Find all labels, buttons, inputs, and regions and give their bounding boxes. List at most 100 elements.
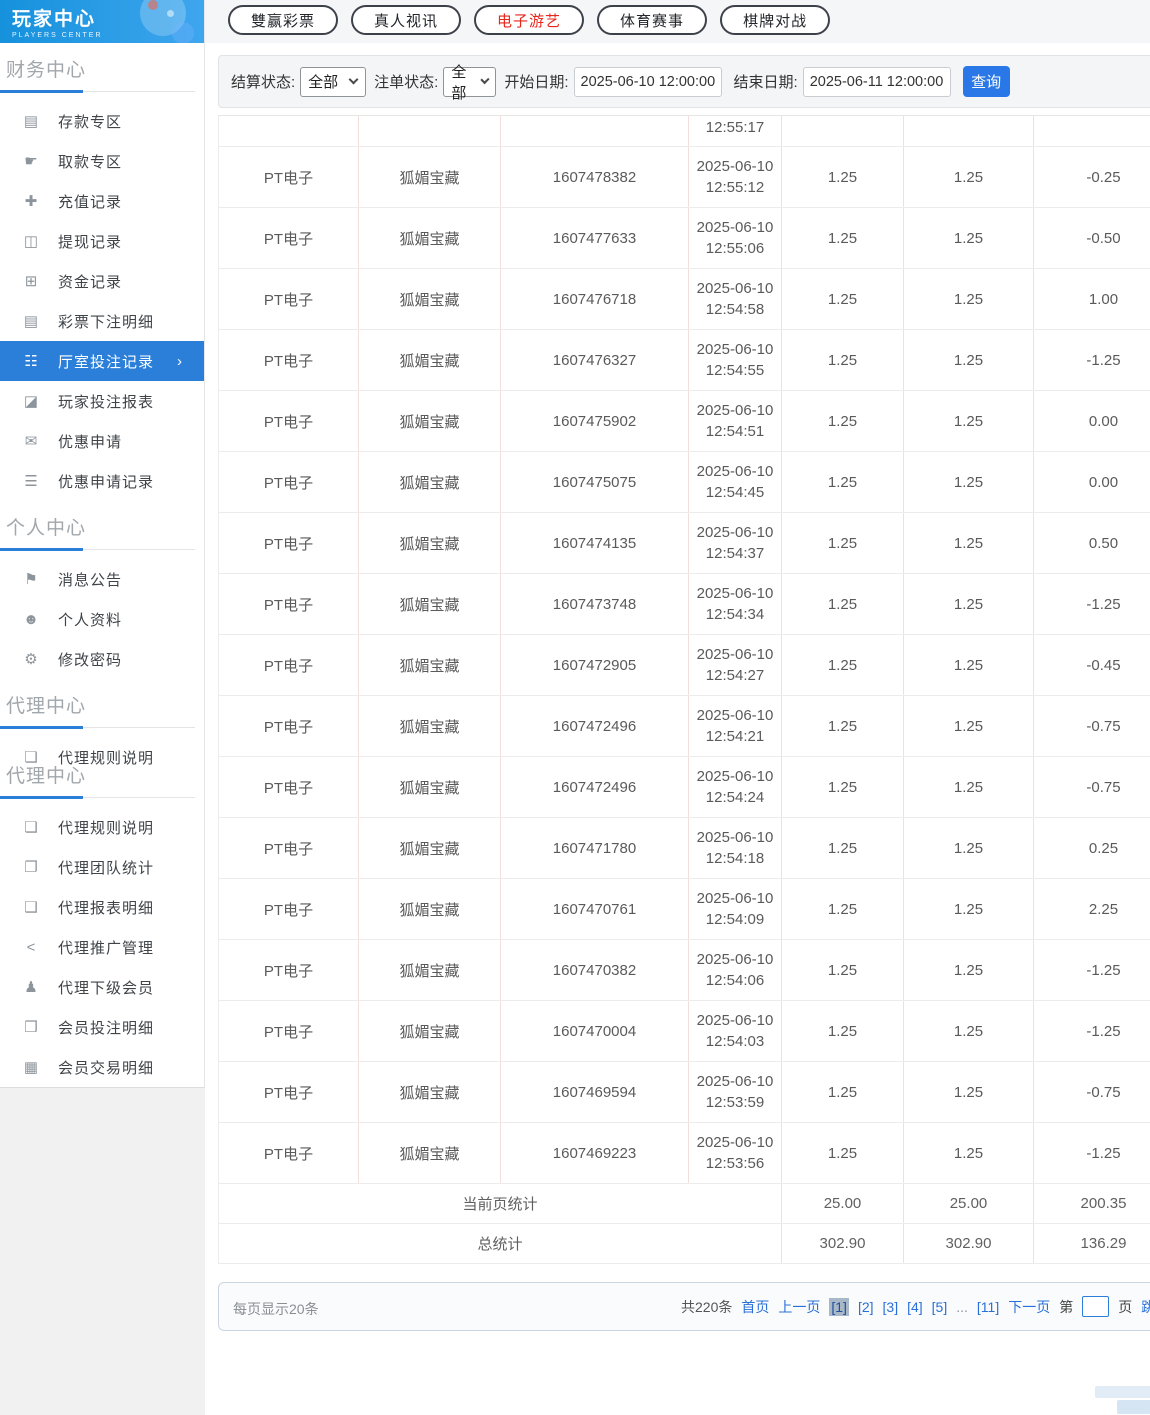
sidebar-item-label: 个人资料: [58, 609, 122, 630]
cell-order-id: 1607472496: [501, 757, 689, 818]
nav-tab-button[interactable]: 真人视讯: [351, 5, 461, 35]
cell-order-id: 1607470004: [501, 1001, 689, 1062]
cell-win-loss: -0.25: [1034, 147, 1150, 208]
cell-game-name: 狐媚宝藏: [359, 940, 501, 1001]
table-row: PT电子狐媚宝藏16074737482025-06-1012:54:341.25…: [219, 574, 1150, 635]
nav-tab-button[interactable]: 棋牌对战: [720, 5, 830, 35]
cell-game-name: 狐媚宝藏: [359, 147, 501, 208]
cell-datetime: 2025-06-1012:54:18: [689, 818, 782, 879]
nav-tab-button[interactable]: 体育赛事: [597, 5, 707, 35]
cell-bet-amount: 1.25: [782, 757, 904, 818]
page-link-5[interactable]: [5]: [932, 1299, 948, 1315]
sidebar-section-title: 代理中心: [0, 749, 204, 797]
cell-date: 2025-06-10: [689, 461, 781, 482]
sidebar-item-promo-record[interactable]: ☰优惠申请记录: [0, 461, 204, 501]
cell-bet-amount: 1.25: [782, 269, 904, 330]
cell-date: 2025-06-10: [689, 644, 781, 665]
cell-datetime: 2025-06-1012:54:09: [689, 879, 782, 940]
sidebar-item-hall-bet-list[interactable]: ☷厅室投注记录›: [0, 341, 204, 381]
sidebar-item-funds-wallet[interactable]: ⊞资金记录: [0, 261, 204, 301]
sidebar-item-members[interactable]: ♟代理下级会员: [0, 967, 204, 1007]
summary-value: 302.90: [904, 1224, 1034, 1264]
nav-tab-button[interactable]: 电子游艺: [474, 5, 584, 35]
cell-game-type: PT电子: [219, 330, 359, 391]
sidebar-item-person[interactable]: ☻个人资料: [0, 599, 204, 639]
cell-valid-bet: 1.25: [904, 452, 1034, 513]
first-page-link[interactable]: 首页: [741, 1297, 769, 1317]
cell-date: 2025-06-10: [689, 888, 781, 909]
sidebar-item-member-bets[interactable]: ❒会员投注明细: [0, 1007, 204, 1047]
nav-tab-button[interactable]: 雙赢彩票: [228, 5, 338, 35]
sidebar-item-team-stats[interactable]: ❐代理团队统计: [0, 847, 204, 887]
sidebar-item-doc[interactable]: ❏代理规则说明: [0, 807, 204, 847]
sidebar-item-gear[interactable]: ⚙修改密码: [0, 639, 204, 679]
cell-datetime: 2025-06-1012:54:21: [689, 696, 782, 757]
cell-game-name: 狐媚宝藏: [359, 879, 501, 940]
page-link-2[interactable]: [2]: [858, 1299, 874, 1315]
sidebar-item-lottery-list[interactable]: ▤彩票下注明细: [0, 301, 204, 341]
cell-win-loss: -1.25: [1034, 1001, 1150, 1062]
start-date-input[interactable]: [574, 67, 722, 97]
floating-widget-fragment: [1117, 1400, 1150, 1414]
table-row: PT电子狐媚宝藏16074767182025-06-1012:54:581.25…: [219, 269, 1150, 330]
ellipsis-label: ...: [956, 1299, 968, 1315]
table-row: PT电子狐媚宝藏16074703822025-06-1012:54:061.25…: [219, 940, 1150, 1001]
sidebar-item-report-detail[interactable]: ❑代理报表明细: [0, 887, 204, 927]
settle-status-select[interactable]: 全部: [300, 67, 366, 97]
cell-date: 2025-06-10: [689, 583, 781, 604]
sidebar-item-member-trades[interactable]: ▦会员交易明细: [0, 1047, 204, 1087]
cell-order-id: 1607473748: [501, 574, 689, 635]
table-cell: [904, 116, 1034, 147]
cell-bet-amount: 1.25: [782, 513, 904, 574]
cell-game-name: 狐媚宝藏: [359, 513, 501, 574]
page-link-11[interactable]: [11]: [977, 1299, 999, 1315]
sidebar-section: 代理中心 ❏代理规则说明❐代理团队统计❑代理报表明细<代理推广管理♟代理下级会员❒…: [0, 749, 204, 1087]
members-icon: ♟: [20, 978, 42, 996]
logo: 玩家中心 PLAYERS CENTER: [0, 0, 204, 43]
sidebar-item-share[interactable]: <代理推广管理: [0, 927, 204, 967]
sidebar-item-deposit-card[interactable]: ▤ 存款专区: [0, 101, 204, 141]
sidebar-item-promo-gift[interactable]: ✉优惠申请: [0, 421, 204, 461]
sidebar-section: 财务中心▤存款专区☛取款专区✚充值记录◫提现记录⊞资金记录▤彩票下注明细☷厅室投…: [0, 43, 204, 501]
end-date-input[interactable]: [803, 67, 951, 97]
page-link-1[interactable]: [1]: [829, 1298, 849, 1316]
search-button[interactable]: 查询: [963, 66, 1010, 97]
filter-bar: 结算状态: 全部 注单状态: 全部 开始日期: 结束日期: 查询: [218, 55, 1150, 108]
cell-date: 2025-06-10: [689, 949, 781, 970]
table-cell: [1034, 116, 1150, 147]
sidebar-item-recharge-bag[interactable]: ✚充值记录: [0, 181, 204, 221]
sidebar-item-label: 存款专区: [58, 111, 122, 132]
sidebar-item-withdrawal-wallet[interactable]: ◫提现记录: [0, 221, 204, 261]
cell-win-loss: 0.50: [1034, 513, 1150, 574]
cell-date: 2025-06-10: [689, 278, 781, 299]
page-link-3[interactable]: [3]: [883, 1299, 899, 1315]
cell-time: 12:55:06: [689, 238, 781, 259]
jump-button[interactable]: 跳转: [1141, 1297, 1150, 1317]
sidebar-item-withdraw-hand[interactable]: ☛取款专区: [0, 141, 204, 181]
page-link-4[interactable]: [4]: [907, 1299, 923, 1315]
sidebar-section-title: 代理中心: [0, 679, 204, 727]
sidebar-item-bell[interactable]: ⚑消息公告: [0, 559, 204, 599]
order-status-select[interactable]: 全部: [443, 67, 496, 97]
next-page-link[interactable]: 下一页: [1008, 1297, 1050, 1317]
funds-wallet-icon: ⊞: [20, 272, 42, 290]
prev-page-link[interactable]: 上一页: [778, 1297, 820, 1317]
cell-date: 2025-06-10: [689, 1132, 781, 1153]
cell-order-id: 1607470761: [501, 879, 689, 940]
cell-time: 12:54:06: [689, 970, 781, 991]
cell-game-type: PT电子: [219, 635, 359, 696]
section-divider: [0, 549, 195, 550]
sidebar-item-label: 会员交易明细: [58, 1057, 154, 1078]
cell-datetime: 2025-06-1012:55:06: [689, 208, 782, 269]
cell-game-name: 狐媚宝藏: [359, 1123, 501, 1184]
bets-table: 12:55:17PT电子狐媚宝藏16074783822025-06-1012:5…: [218, 115, 1150, 1264]
jump-page-input[interactable]: [1082, 1296, 1109, 1317]
cell-order-id: 1607470382: [501, 940, 689, 1001]
cell-valid-bet: 1.25: [904, 208, 1034, 269]
sidebar-item-report-chart[interactable]: ◪玩家投注报表: [0, 381, 204, 421]
cell-datetime: 2025-06-1012:53:59: [689, 1062, 782, 1123]
cell-valid-bet: 1.25: [904, 757, 1034, 818]
summary-value: 25.00: [782, 1184, 904, 1224]
cell-time: 12:54:58: [689, 299, 781, 320]
deposit-card-icon: ▤: [20, 112, 42, 130]
